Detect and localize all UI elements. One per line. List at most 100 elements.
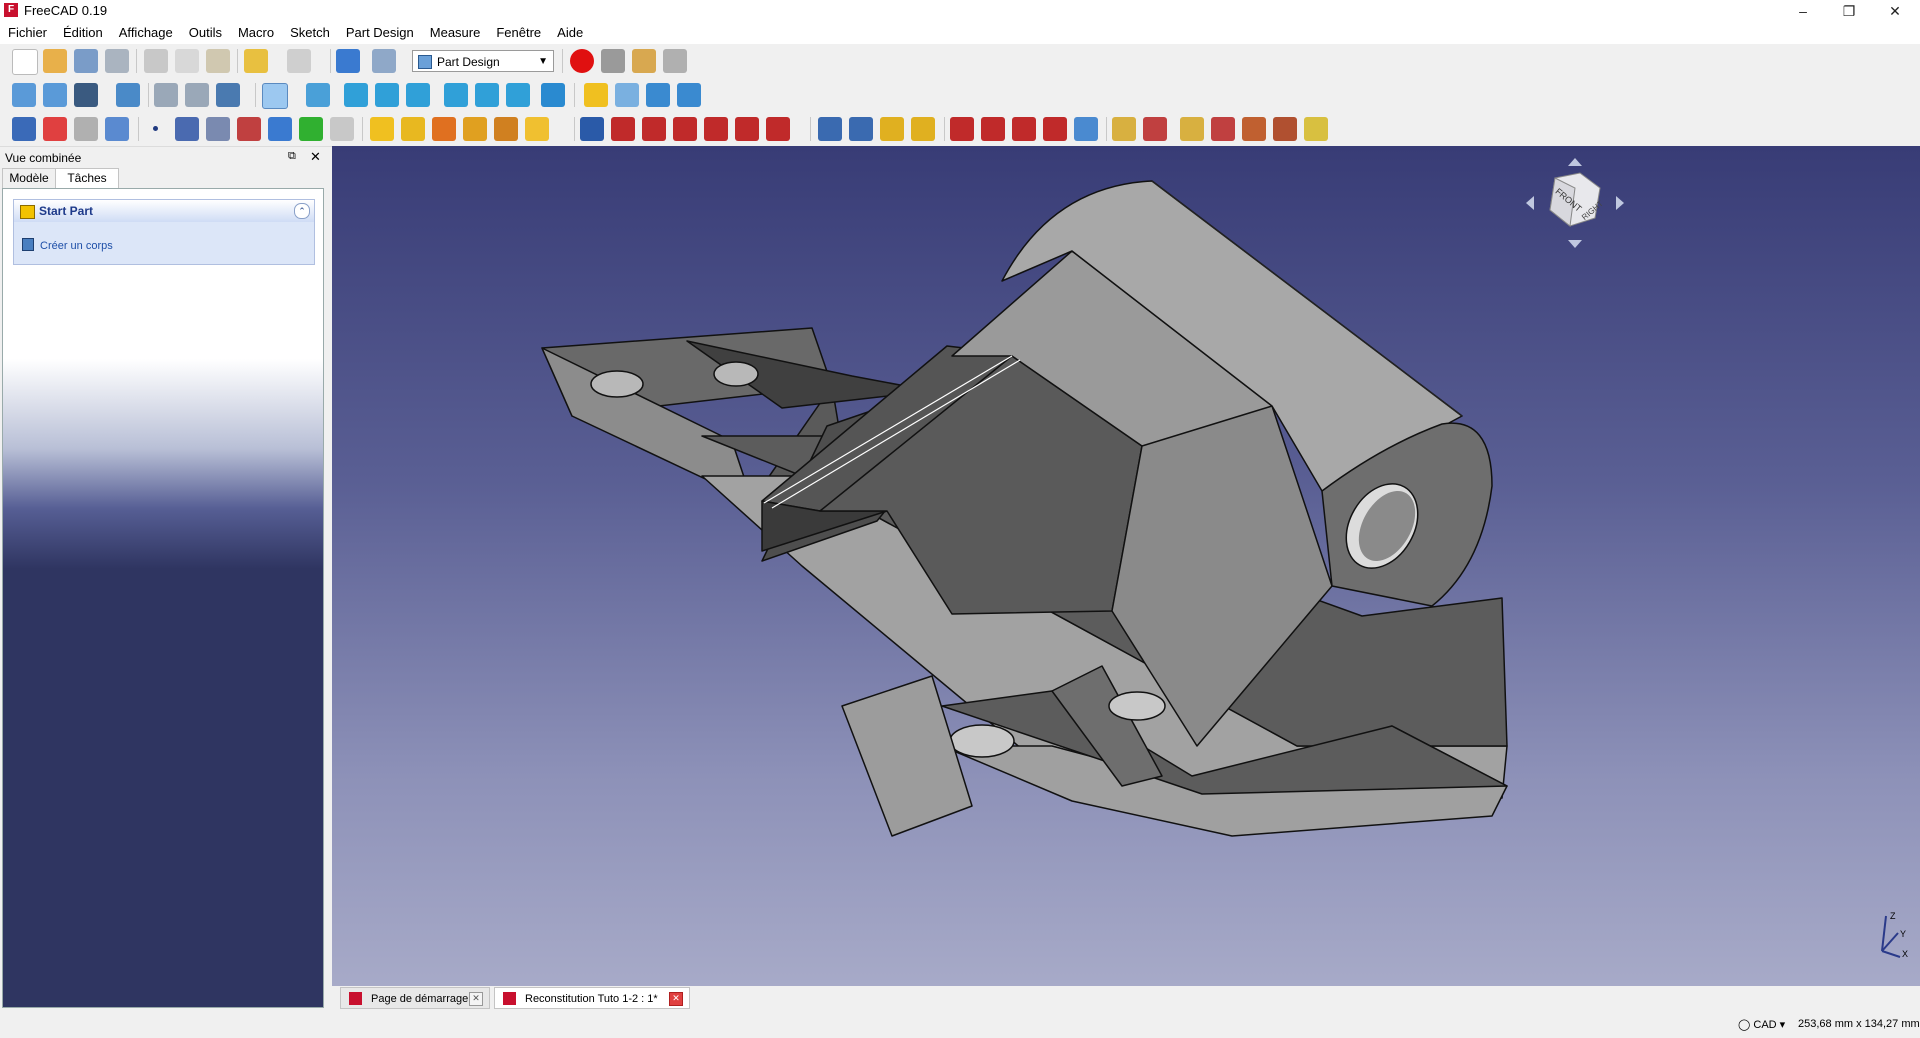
minimize-button[interactable]: – [1780, 0, 1826, 22]
measure-toggle-3d-icon[interactable] [1273, 117, 1297, 141]
create-body-link[interactable]: Créer un corps [22, 238, 113, 252]
front-view-icon[interactable] [344, 83, 368, 107]
revolution-icon[interactable] [401, 117, 425, 141]
play-macro-icon[interactable] [663, 49, 687, 73]
save-as-icon[interactable] [105, 49, 129, 73]
menu-fenetre[interactable]: Fenêtre [488, 22, 549, 44]
navigation-cube[interactable]: FRONT RIGHT [1520, 148, 1630, 258]
create-group-icon[interactable] [615, 83, 639, 107]
additive-primitive-icon[interactable] [525, 117, 549, 141]
whats-this-icon[interactable] [372, 49, 396, 73]
cut-icon[interactable] [144, 49, 168, 73]
create-body-icon[interactable] [12, 117, 36, 141]
subtractive-primitive-icon[interactable] [766, 117, 790, 141]
top-view-icon[interactable] [375, 83, 399, 107]
undo-icon[interactable] [244, 49, 268, 73]
float-panel-icon[interactable]: ⧉ [288, 150, 296, 163]
shape-icon[interactable] [330, 117, 354, 141]
datum-plane-icon[interactable] [206, 117, 230, 141]
subtractive-helix-icon[interactable] [735, 117, 759, 141]
paste-icon[interactable] [206, 49, 230, 73]
draft-icon[interactable] [1012, 117, 1036, 141]
back-arrow-icon[interactable] [154, 83, 178, 107]
edit-macro-icon[interactable] [632, 49, 656, 73]
measure-toggle-all-icon[interactable] [1242, 117, 1266, 141]
collapse-icon[interactable]: ⌃ [294, 203, 310, 219]
hole-icon[interactable] [611, 117, 635, 141]
rear-view-icon[interactable] [444, 83, 468, 107]
measure-toggle-delta-icon[interactable] [1304, 117, 1328, 141]
menu-outils[interactable]: Outils [181, 22, 230, 44]
tab-reconstitution[interactable]: Reconstitution Tuto 1-2 : 1* ✕ [494, 987, 690, 1009]
pocket-icon[interactable] [580, 117, 604, 141]
3d-viewport[interactable]: FRONT RIGHT Z Y X [332, 146, 1920, 986]
close-panel-icon[interactable]: ✕ [310, 149, 321, 165]
measure-clear-icon[interactable] [1211, 117, 1235, 141]
measure-angular-icon[interactable] [1143, 117, 1167, 141]
close-tab-icon[interactable]: ✕ [469, 992, 483, 1006]
shape-binder-icon[interactable] [105, 117, 129, 141]
measure-refresh-icon[interactable] [1180, 117, 1204, 141]
measure-linear-icon[interactable] [1112, 117, 1136, 141]
close-button[interactable]: ✕ [1872, 0, 1918, 22]
link-actions-icon[interactable] [677, 83, 701, 107]
subtractive-pipe-icon[interactable] [704, 117, 728, 141]
polar-pattern-icon[interactable] [880, 117, 904, 141]
menu-aide[interactable]: Aide [549, 22, 591, 44]
fillet-icon[interactable] [950, 117, 974, 141]
new-document-icon[interactable] [12, 49, 38, 75]
draw-style-icon[interactable] [74, 83, 98, 107]
sub-shape-binder-icon[interactable] [299, 117, 323, 141]
copy-icon[interactable] [175, 49, 199, 73]
menu-macro[interactable]: Macro [230, 22, 282, 44]
open-folder-icon[interactable] [43, 49, 67, 73]
bounding-box-icon[interactable] [116, 83, 140, 107]
fit-all-icon[interactable] [12, 83, 36, 107]
right-view-icon[interactable] [406, 83, 430, 107]
create-sketch-icon[interactable] [43, 117, 67, 141]
boolean-icon[interactable] [1074, 117, 1098, 141]
measure-distance-icon[interactable] [541, 83, 565, 107]
menu-sketch[interactable]: Sketch [282, 22, 338, 44]
zoom-icon[interactable] [262, 83, 288, 109]
redo-icon[interactable] [287, 49, 311, 73]
refresh-icon[interactable] [336, 49, 360, 73]
helix-icon[interactable] [494, 117, 518, 141]
tab-modele[interactable]: Modèle [2, 168, 56, 188]
fit-selection-icon[interactable] [43, 83, 67, 107]
menu-part-design[interactable]: Part Design [338, 22, 422, 44]
sync-view-icon[interactable] [216, 83, 240, 107]
isometric-view-icon[interactable] [306, 83, 330, 107]
restore-button[interactable]: ❐ [1826, 0, 1872, 22]
loft-icon[interactable] [432, 117, 456, 141]
tab-start-page[interactable]: Page de démarrage ✕ [340, 987, 490, 1009]
forward-arrow-icon[interactable] [185, 83, 209, 107]
menu-affichage[interactable]: Affichage [111, 22, 181, 44]
create-part-icon[interactable] [584, 83, 608, 107]
datum-point-icon[interactable] [144, 117, 168, 141]
mirrored-icon[interactable] [818, 117, 842, 141]
menu-measure[interactable]: Measure [422, 22, 489, 44]
create-link-icon[interactable] [646, 83, 670, 107]
menu-fichier[interactable]: Fichier [0, 22, 55, 44]
multi-transform-icon[interactable] [911, 117, 935, 141]
chamfer-icon[interactable] [981, 117, 1005, 141]
menu-edition[interactable]: Édition [55, 22, 111, 44]
stop-macro-icon[interactable] [601, 49, 625, 73]
close-tab-icon[interactable]: ✕ [669, 992, 683, 1006]
groove-icon[interactable] [642, 117, 666, 141]
validate-sketch-icon[interactable] [74, 117, 98, 141]
record-macro-icon[interactable] [570, 49, 594, 73]
workbench-selector[interactable]: Part Design ▼ [412, 50, 554, 72]
thickness-icon[interactable] [1043, 117, 1067, 141]
linear-pattern-icon[interactable] [849, 117, 873, 141]
datum-line-icon[interactable] [175, 117, 199, 141]
left-view-icon[interactable] [506, 83, 530, 107]
pipe-icon[interactable] [463, 117, 487, 141]
subtractive-loft-icon[interactable] [673, 117, 697, 141]
tab-taches[interactable]: Tâches [55, 168, 119, 189]
pad-icon[interactable] [370, 117, 394, 141]
save-icon[interactable] [74, 49, 98, 73]
clone-icon[interactable] [268, 117, 292, 141]
navigation-style-selector[interactable]: ◯ CAD ▾ [1738, 1018, 1785, 1031]
